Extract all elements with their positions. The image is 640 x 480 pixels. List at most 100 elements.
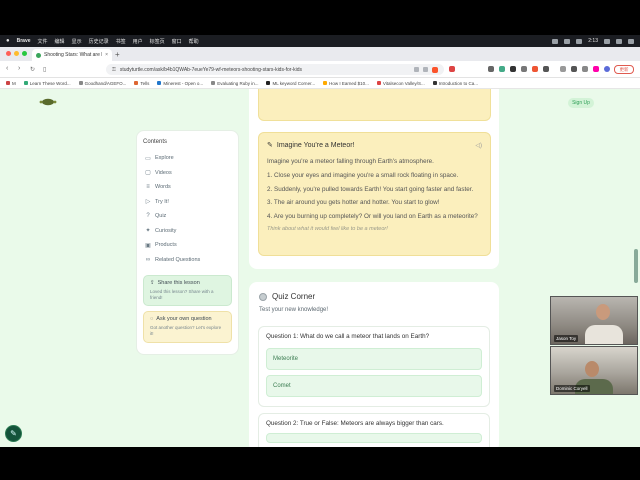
bookmark-icon[interactable]: ▯ bbox=[43, 66, 46, 73]
rocket-icon: ✦ bbox=[145, 228, 151, 235]
extension-icon[interactable] bbox=[510, 66, 516, 72]
extension-icon[interactable] bbox=[543, 66, 549, 72]
profile-avatar[interactable] bbox=[604, 66, 610, 72]
menu-item-bookmarks[interactable]: 书签 bbox=[116, 38, 126, 45]
participant-face bbox=[585, 361, 599, 377]
bookmark-item[interactable]: Evaluating Ruby in... bbox=[211, 81, 258, 86]
share-icon[interactable] bbox=[414, 67, 419, 72]
minimize-window-icon[interactable] bbox=[14, 51, 19, 56]
battery-icon[interactable] bbox=[576, 38, 583, 44]
bookmark-item[interactable]: Tells bbox=[134, 81, 149, 86]
extension-icon[interactable] bbox=[499, 66, 505, 72]
speaker-icon[interactable]: ◁) bbox=[475, 142, 482, 149]
bookmark-item[interactable]: Learn These Word... bbox=[23, 81, 71, 86]
bookmark-star-icon[interactable] bbox=[423, 67, 428, 72]
edit-icon[interactable]: ✎ bbox=[5, 425, 22, 442]
menu-item-file[interactable]: 文件 bbox=[38, 38, 48, 45]
menu-item-help[interactable]: 帮助 bbox=[189, 38, 199, 45]
close-tab-icon[interactable]: × bbox=[105, 52, 108, 58]
url-text[interactable]: studyturtle.com/ask/b4b1QWAb-7eueYe79-wf… bbox=[120, 67, 410, 73]
tab-strip: Shooting Stars: What are Met... × + bbox=[0, 47, 640, 61]
extension-icon[interactable] bbox=[449, 66, 455, 72]
box-icon: ▣ bbox=[145, 242, 151, 249]
extension-icon[interactable] bbox=[488, 66, 494, 72]
status-icon[interactable] bbox=[564, 38, 571, 44]
question-card: Question 2: True or False: Meteors are a… bbox=[258, 413, 490, 447]
bookmark-item[interactable]: Vitalsecon Valley/S... bbox=[376, 81, 425, 86]
activity-intro: Imagine you're a meteor falling through … bbox=[267, 158, 434, 165]
status-icon[interactable] bbox=[552, 38, 559, 44]
bookmark-item[interactable]: Goodhand/AGEFO... bbox=[78, 81, 126, 86]
menu-item-view[interactable]: 显示 bbox=[72, 38, 82, 45]
maximize-window-icon[interactable] bbox=[22, 51, 27, 56]
bookmark-item[interactable]: Introduction to Ca... bbox=[432, 81, 478, 86]
share-text: Loved this lesson? Share with a friend! bbox=[150, 289, 214, 301]
activity-title: Imagine You're a Meteor! bbox=[276, 141, 355, 149]
ask-question-card[interactable]: ◌ Ask your own question Got another quest… bbox=[143, 311, 232, 343]
update-button[interactable]: 更新 bbox=[614, 65, 634, 74]
participant-body bbox=[585, 325, 623, 344]
share-title: Share this lesson bbox=[157, 280, 200, 286]
sidebar-item-related-questions[interactable]: ∞ Related Questions bbox=[143, 253, 232, 268]
wifi-icon[interactable] bbox=[604, 38, 610, 44]
page-content: Sign Up Contents ▭ Explore ▢ Videos ≡ Words… bbox=[0, 89, 640, 447]
forward-icon[interactable]: › bbox=[18, 65, 20, 72]
video-tile[interactable]: Dominic Coryell bbox=[550, 346, 638, 395]
bookmark-item[interactable]: How I Earned $10... bbox=[323, 81, 369, 86]
extension-icon[interactable] bbox=[571, 66, 577, 72]
lock-icon[interactable]: ⚿ bbox=[112, 67, 116, 73]
sidebar-toggle-icon[interactable] bbox=[560, 66, 566, 72]
back-icon[interactable]: ‹ bbox=[6, 65, 8, 72]
window-controls bbox=[6, 51, 27, 56]
answer-option-meteorite[interactable]: Meteorite bbox=[266, 348, 482, 370]
book-icon: ▭ bbox=[145, 155, 151, 162]
extension-icon[interactable] bbox=[532, 66, 538, 72]
participant-face bbox=[596, 304, 610, 320]
reload-icon[interactable]: ↻ bbox=[30, 66, 35, 73]
tab-title: Shooting Stars: What are Met... bbox=[44, 52, 102, 58]
sidebar-item-words[interactable]: ≡ Words bbox=[143, 180, 232, 195]
bookmark-item[interactable]: ML keyword Corner... bbox=[266, 81, 315, 86]
menu-item-history[interactable]: 历史记录 bbox=[89, 38, 109, 45]
menu-item-edit[interactable]: 编辑 bbox=[55, 38, 65, 45]
menu-item-tabs[interactable]: 标签页 bbox=[150, 38, 165, 45]
site-logo[interactable] bbox=[38, 98, 58, 106]
bookmark-item[interactable]: Minerest - Open o... bbox=[157, 81, 203, 86]
address-bar[interactable]: ⚿ studyturtle.com/ask/b4b1QWAb-7eueYe79-… bbox=[106, 64, 444, 75]
participant-name: Dominic Coryell bbox=[554, 385, 590, 392]
video-tile[interactable]: Jason Toy bbox=[550, 296, 638, 345]
bookmark-item[interactable]: M bbox=[6, 81, 16, 86]
answer-option-comet[interactable]: Comet bbox=[266, 375, 482, 397]
sidebar-item-quiz[interactable]: ? Quiz bbox=[143, 209, 232, 224]
sign-up-button[interactable]: Sign Up bbox=[568, 98, 594, 108]
answer-option[interactable] bbox=[266, 433, 482, 443]
activity-step: 3. The air around you gets hotter and ho… bbox=[267, 199, 440, 207]
activity-note: Think about what it would feel like to b… bbox=[267, 225, 388, 232]
control-center-icon[interactable] bbox=[628, 38, 634, 44]
sidebar-item-videos[interactable]: ▢ Videos bbox=[143, 166, 232, 181]
wallet-icon[interactable] bbox=[593, 66, 599, 72]
share-lesson-card[interactable]: ⇪ Share this lesson Loved this lesson? Sh… bbox=[143, 275, 232, 306]
close-window-icon[interactable] bbox=[6, 51, 11, 56]
sidebar-item-products[interactable]: ▣ Products bbox=[143, 238, 232, 253]
menu-item-users[interactable]: 用户 bbox=[133, 38, 143, 45]
participant-name: Jason Toy bbox=[554, 335, 579, 342]
browser-tab[interactable]: Shooting Stars: What are Met... × bbox=[32, 49, 112, 61]
menu-app-name[interactable]: Brave bbox=[17, 38, 31, 44]
new-tab-icon[interactable]: + bbox=[115, 50, 120, 59]
question-text: Question 2: True or False: Meteors are a… bbox=[266, 420, 444, 427]
sidebar-item-explore[interactable]: ▭ Explore bbox=[143, 151, 232, 166]
chat-icon: ◌ bbox=[150, 316, 154, 322]
apple-icon[interactable]: ● bbox=[6, 38, 10, 44]
extension-icon[interactable] bbox=[521, 66, 527, 72]
scrollbar[interactable] bbox=[634, 249, 638, 283]
activity-step: 2. Suddenly, you're pulled towards Earth… bbox=[267, 185, 474, 193]
clock[interactable]: 2:13 bbox=[588, 38, 598, 44]
sidebar-item-curiosity[interactable]: ✦ Curiosity bbox=[143, 224, 232, 239]
extension-icon[interactable] bbox=[582, 66, 588, 72]
search-icon[interactable] bbox=[616, 38, 622, 44]
menu-item-window[interactable]: 窗口 bbox=[172, 38, 182, 45]
brave-shields-icon[interactable] bbox=[432, 66, 438, 73]
status-icons: 2:13 bbox=[552, 38, 634, 44]
sidebar-item-try-it[interactable]: ▷ Try It! bbox=[143, 195, 232, 210]
